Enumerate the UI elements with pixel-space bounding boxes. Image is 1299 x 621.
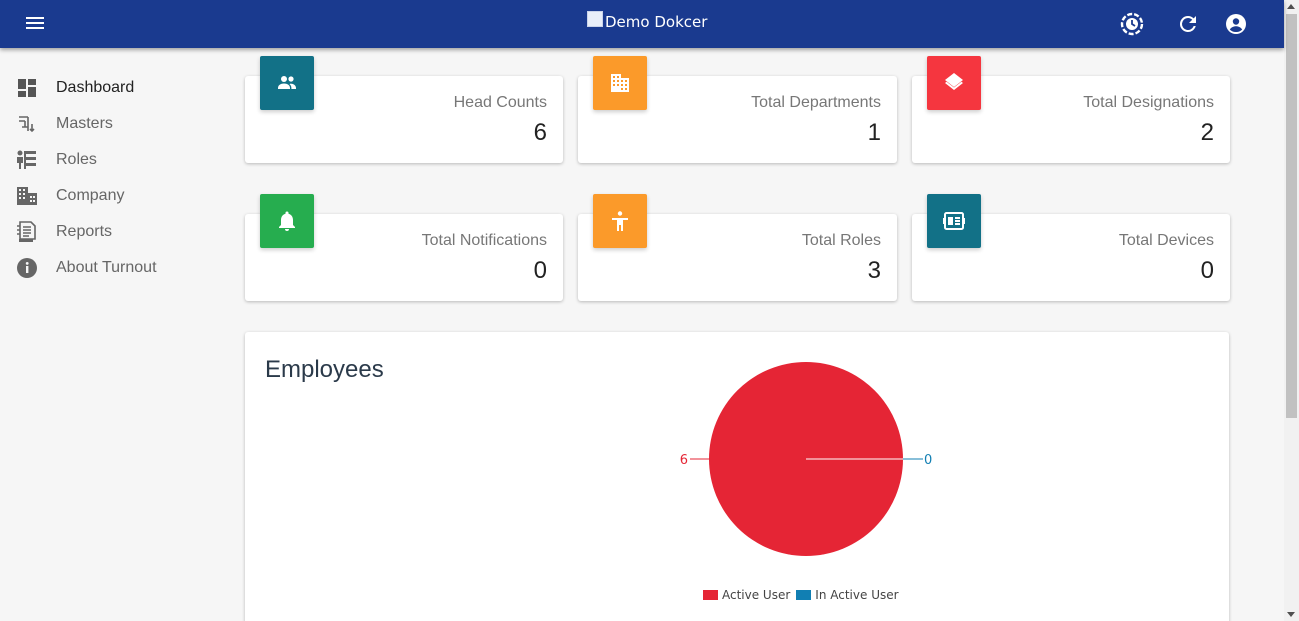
scroll-down-arrow[interactable]	[1287, 612, 1295, 617]
roles-icon	[15, 148, 39, 172]
stat-label: Total Departments	[751, 94, 881, 111]
dashboard-icon	[15, 76, 39, 100]
menu-icon[interactable]	[24, 14, 48, 34]
stat-value: 0	[1200, 257, 1214, 284]
legend-swatch	[703, 590, 718, 600]
data-label-active-user: 6	[680, 453, 688, 468]
stat-label: Total Roles	[801, 232, 881, 249]
legend-swatch	[796, 590, 812, 600]
sidebar-item-dashboard[interactable]: Dashboard	[0, 70, 230, 106]
device-icon	[927, 194, 981, 248]
stat-value: 0	[533, 257, 547, 284]
legend-item-active-user[interactable]: Active User	[703, 588, 790, 602]
brand-logo[interactable]: Demo Dokcer	[587, 11, 708, 31]
brand-text: Demo Dokcer	[605, 13, 708, 31]
stat-label: Total Notifications	[421, 232, 547, 249]
page-scrollbar[interactable]	[1284, 0, 1299, 621]
stat-label: Total Designations	[1083, 94, 1214, 111]
stat-value: 2	[1200, 119, 1214, 146]
scrollbar-thumb[interactable]	[1286, 14, 1297, 418]
employees-card: Employees 60 Active User In Active User	[245, 332, 1229, 621]
stat-label: Head Counts	[453, 94, 547, 111]
people-icon	[260, 56, 314, 110]
sidebar-item-company[interactable]: Company	[0, 178, 230, 214]
scroll-up-arrow[interactable]	[1287, 4, 1295, 9]
employees-pie-chart: 60	[680, 362, 932, 556]
top-app-bar: Demo Dokcer	[0, 0, 1284, 48]
account-icon[interactable]	[1224, 12, 1248, 36]
broken-image-icon	[587, 11, 603, 27]
person-icon	[593, 194, 647, 248]
legend-label: Active User	[722, 588, 791, 602]
stat-label: Total Devices	[1118, 232, 1214, 249]
sidebar: Dashboard Masters Roles Company Reports …	[0, 48, 230, 621]
building-icon	[593, 56, 647, 110]
info-icon	[15, 256, 39, 280]
refresh-icon[interactable]	[1176, 12, 1200, 36]
legend-item-inactive-user[interactable]: In Active User	[796, 588, 899, 602]
reports-icon	[15, 220, 39, 244]
sidebar-item-masters[interactable]: Masters	[0, 106, 230, 142]
sidebar-item-reports[interactable]: Reports	[0, 214, 230, 250]
masters-icon	[15, 112, 39, 136]
stat-value: 1	[867, 119, 881, 146]
company-icon	[15, 184, 39, 208]
layers-icon	[927, 56, 981, 110]
legend-label: In Active User	[815, 588, 899, 602]
sidebar-item-roles[interactable]: Roles	[0, 142, 230, 178]
clock-settings-icon[interactable]	[1120, 12, 1144, 36]
data-label-inactive-user: 0	[924, 453, 932, 468]
chart-legend: Active User In Active User	[703, 588, 905, 602]
stat-value: 6	[533, 119, 547, 146]
stat-value: 3	[867, 257, 881, 284]
sidebar-item-about-turnout[interactable]: About Turnout	[0, 250, 230, 286]
bell-icon	[260, 194, 314, 248]
